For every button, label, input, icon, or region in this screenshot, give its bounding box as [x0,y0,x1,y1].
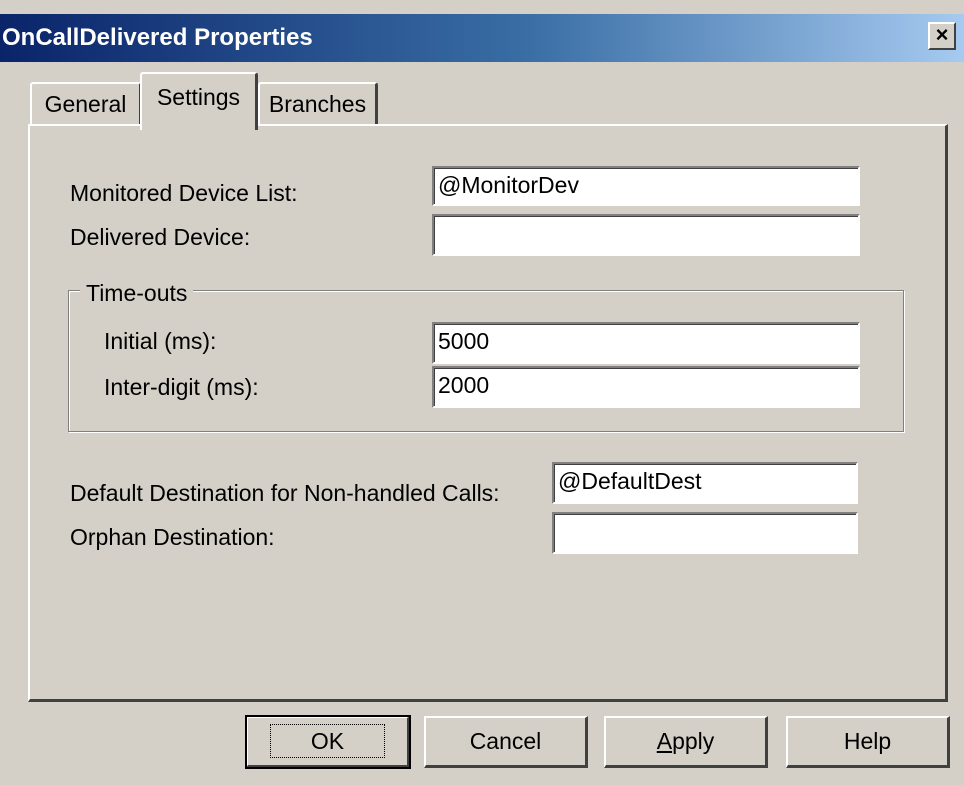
inter-digit-timeout-label: Inter-digit (ms): [104,374,259,400]
cancel-button[interactable]: Cancel [424,716,588,768]
tab-branches[interactable]: Branches [258,82,378,126]
ok-button-label: OK [269,724,386,758]
orphan-destination-input[interactable] [552,512,858,554]
window-title: OnCallDelivered Properties [2,24,313,51]
properties-dialog: OnCallDelivered Properties × General Set… [0,0,964,785]
close-icon[interactable]: × [928,22,956,50]
ok-button[interactable]: OK [245,715,411,769]
monitored-device-list-input[interactable]: @MonitorDev [432,166,860,206]
initial-timeout-label: Initial (ms): [104,328,217,354]
title-bar[interactable]: OnCallDelivered Properties [0,14,964,62]
tab-general[interactable]: General [30,82,142,126]
timeouts-legend: Time-outs [80,280,194,306]
default-destination-input[interactable]: @DefaultDest [552,462,858,504]
apply-button[interactable]: Apply [604,716,768,768]
orphan-destination-label: Orphan Destination: [70,524,275,550]
help-button[interactable]: Help [786,716,950,768]
apply-button-label: pply [672,728,715,754]
monitored-device-list-label: Monitored Device List: [70,180,298,206]
apply-mnemonic: A [656,728,673,754]
initial-timeout-input[interactable]: 5000 [432,322,860,364]
default-destination-label: Default Destination for Non-handled Call… [70,480,500,506]
inter-digit-timeout-input[interactable]: 2000 [432,366,860,408]
delivered-device-label: Delivered Device: [70,224,251,250]
delivered-device-input[interactable] [432,214,860,256]
tab-settings[interactable]: Settings [140,72,258,130]
